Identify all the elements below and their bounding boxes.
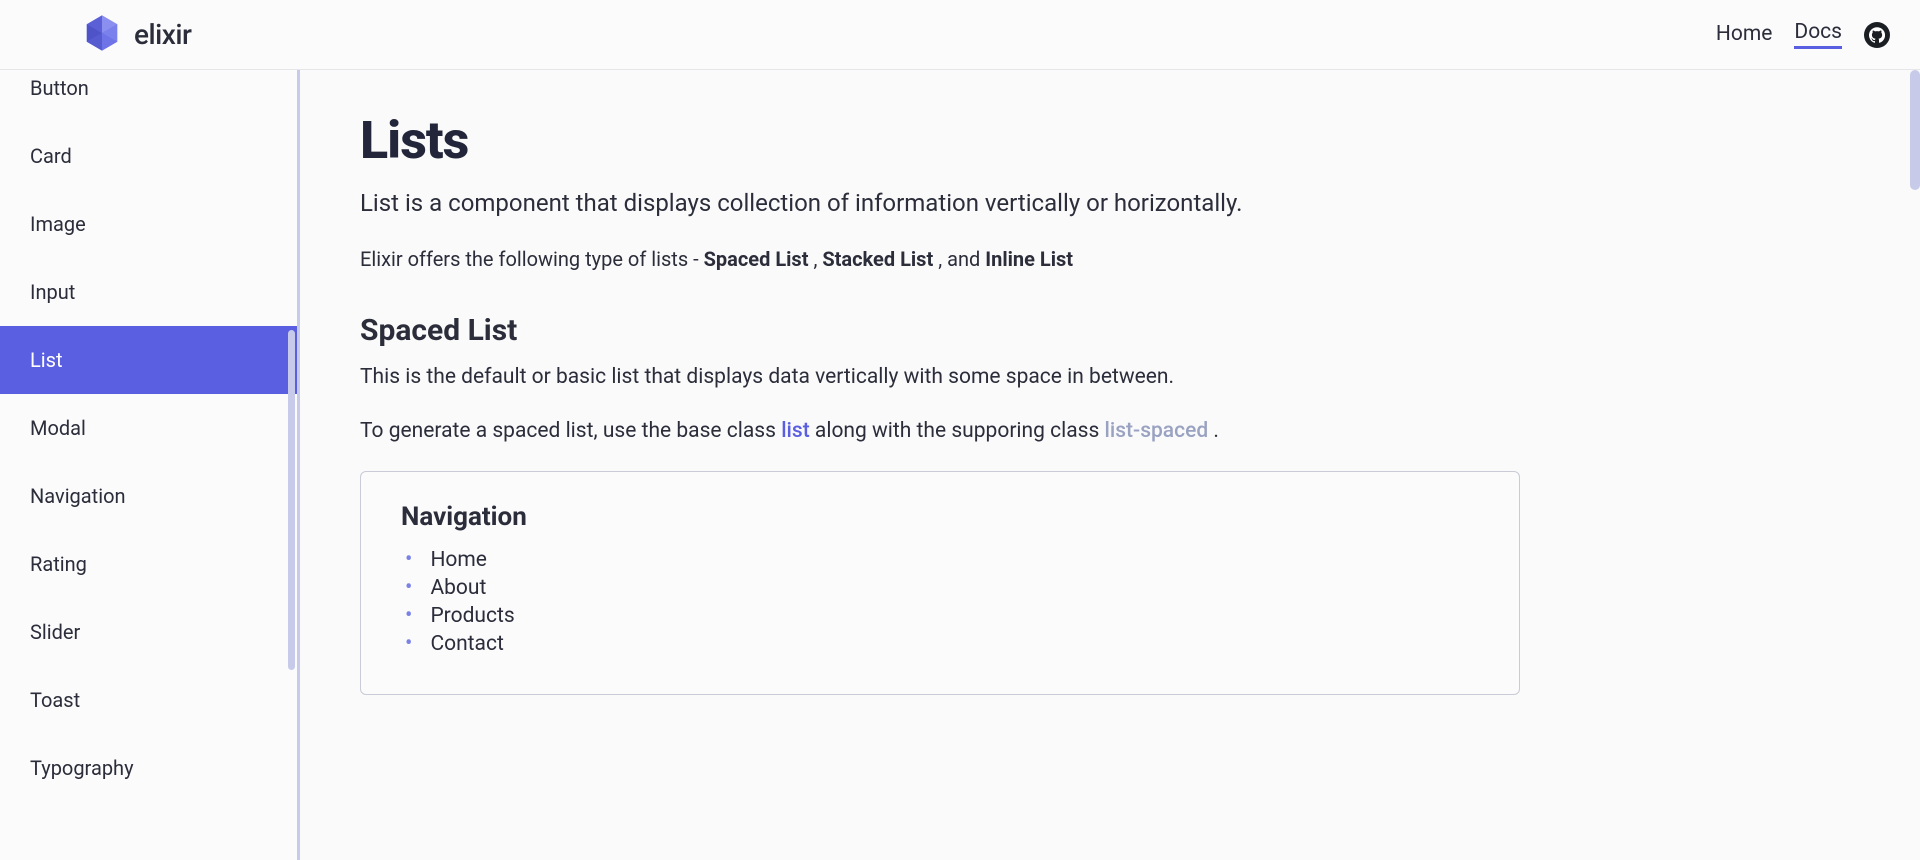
sep-2: , and — [938, 247, 985, 271]
class-list: list — [781, 419, 810, 443]
sidebar-item-modal[interactable]: Modal — [0, 394, 297, 462]
usage-suffix: . — [1213, 419, 1219, 443]
sidebar-item-toast[interactable]: Toast — [0, 666, 297, 734]
sep-1: , — [813, 247, 822, 271]
lead-text: List is a component that displays collec… — [360, 189, 1520, 217]
sidebar-item-input[interactable]: Input — [0, 258, 297, 326]
sidebar-item-image[interactable]: Image — [0, 190, 297, 258]
sidebar: AlertAvatarBadgeButtonCardImageInputList… — [0, 70, 300, 860]
topbar: elixir Home Docs — [0, 0, 1920, 70]
sidebar-item-list[interactable]: List — [0, 326, 297, 394]
sidebar-item-card[interactable]: Card — [0, 122, 297, 190]
class-list-spaced: list-spaced — [1105, 419, 1209, 443]
types-prefix: Elixir offers the following type of list… — [360, 247, 704, 271]
list-item: Home — [405, 546, 1479, 574]
nav-home[interactable]: Home — [1716, 22, 1773, 48]
nav-docs[interactable]: Docs — [1794, 20, 1842, 49]
section-desc: This is the default or basic list that d… — [360, 362, 1520, 392]
list-item: Contact — [405, 630, 1479, 658]
viewport-scrollbar[interactable] — [1910, 70, 1920, 860]
sidebar-item-button[interactable]: Button — [0, 70, 297, 122]
sidebar-item-typography[interactable]: Typography — [0, 734, 297, 802]
demo-card: Navigation HomeAboutProductsContact — [360, 471, 1520, 695]
sidebar-scrollbar[interactable] — [288, 330, 295, 670]
sidebar-item-navigation[interactable]: Navigation — [0, 462, 297, 530]
sidebar-item-rating[interactable]: Rating — [0, 530, 297, 598]
type-stacked: Stacked List — [822, 247, 933, 271]
type-spaced: Spaced List — [704, 247, 809, 271]
logo-icon — [82, 13, 122, 57]
brand[interactable]: elixir — [82, 13, 191, 57]
section-usage: To generate a spaced list, use the base … — [360, 416, 1520, 446]
content: Lists List is a component that displays … — [300, 70, 1920, 860]
github-icon[interactable] — [1864, 22, 1890, 48]
demo-list: HomeAboutProductsContact — [401, 546, 1479, 658]
section-title: Spaced List — [360, 313, 1520, 348]
brand-name: elixir — [134, 18, 191, 51]
types-line: Elixir offers the following type of list… — [360, 247, 1520, 271]
list-item: Products — [405, 602, 1479, 630]
usage-middle: along with the supporing class — [815, 419, 1105, 443]
page-title: Lists — [360, 110, 1520, 171]
type-inline: Inline List — [985, 247, 1073, 271]
top-nav: Home Docs — [1716, 20, 1890, 49]
list-item: About — [405, 574, 1479, 602]
demo-heading: Navigation — [401, 502, 1479, 532]
usage-prefix: To generate a spaced list, use the base … — [360, 419, 781, 443]
sidebar-item-slider[interactable]: Slider — [0, 598, 297, 666]
